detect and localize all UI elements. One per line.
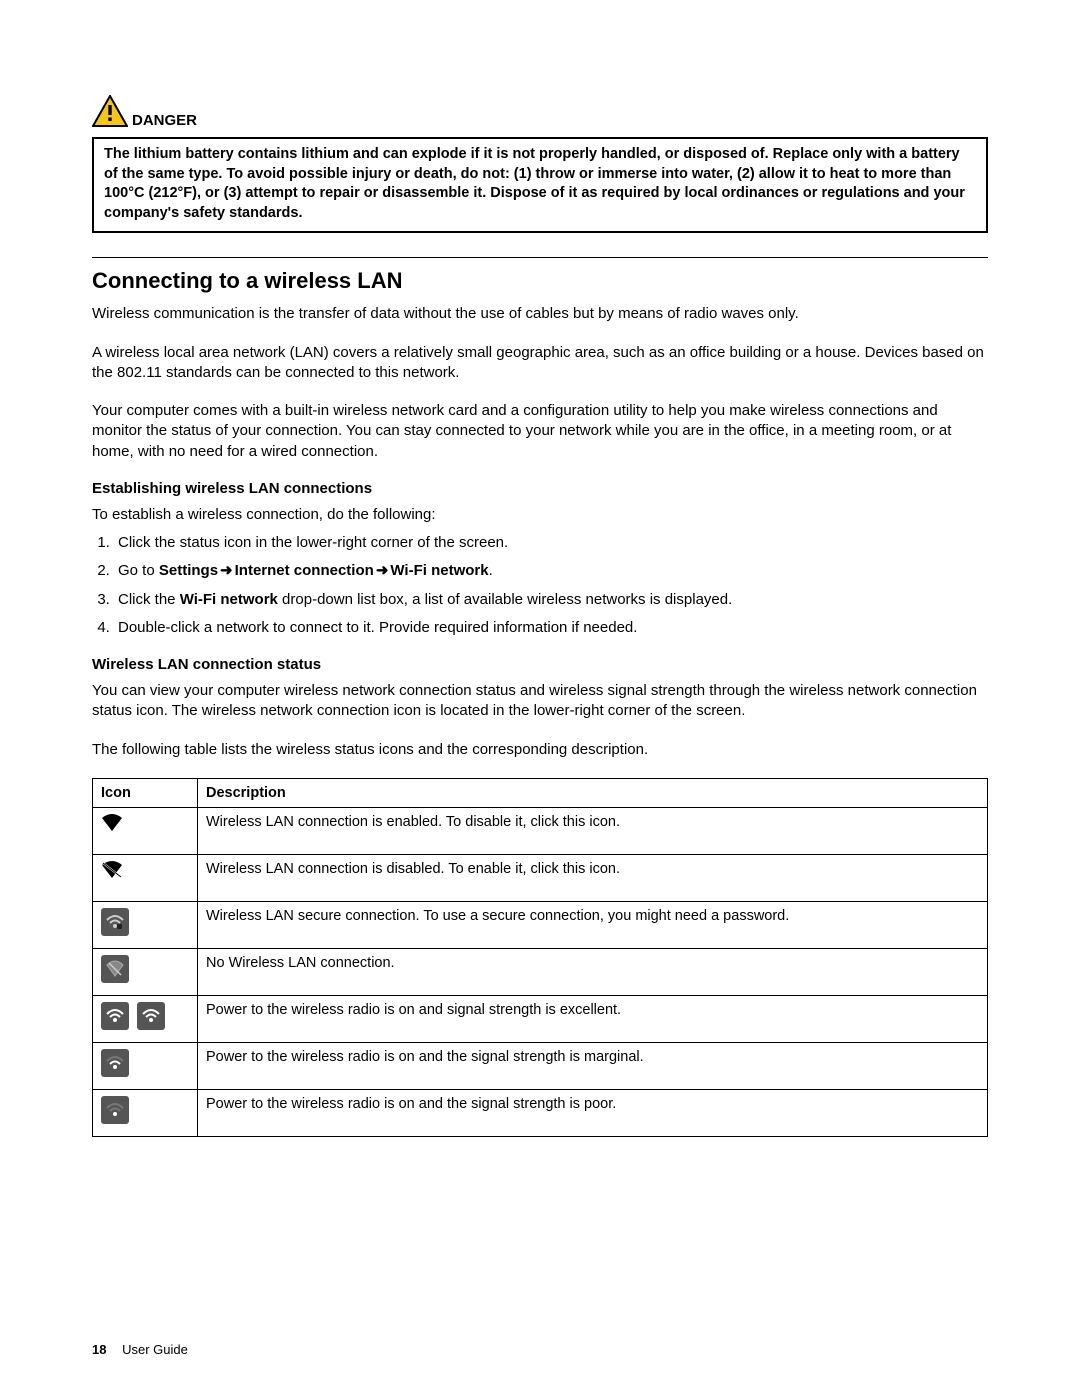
table-row: Wireless LAN connection is enabled. To d… [93,807,988,854]
danger-label: DANGER [132,112,197,131]
cell-desc: Wireless LAN connection is enabled. To d… [198,807,988,854]
arrow-icon: ➜ [374,562,391,579]
paragraph: A wireless local area network (LAN) cove… [92,343,988,384]
danger-header: DANGER [92,95,988,131]
step-2: Go to Settings➜Internet connection➜Wi-Fi… [114,561,988,581]
page: DANGER The lithium battery contains lith… [0,0,1080,1397]
cell-desc: Wireless LAN secure connection. To use a… [198,901,988,948]
th-icon: Icon [93,778,198,807]
wifi-marginal-icon [93,1042,198,1089]
wifi-enabled-icon [93,807,198,854]
paragraph: Your computer comes with a built-in wire… [92,401,988,462]
establish-heading: Establishing wireless LAN connections [92,480,988,497]
step-4: Double-click a network to connect to it.… [114,618,988,638]
step2-internet: Internet connection [235,562,374,579]
table-row: Power to the wireless radio is on and th… [93,1042,988,1089]
wifi-secure-icon [93,901,198,948]
wifi-none-icon [93,948,198,995]
step2-wifi: Wi-Fi network [390,562,488,579]
paragraph: The following table lists the wireless s… [92,740,988,760]
page-number: 18 [92,1342,106,1357]
step-3: Click the Wi-Fi network drop-down list b… [114,590,988,610]
danger-box: The lithium battery contains lithium and… [92,137,988,233]
table-row: Power to the wireless radio is on and th… [93,1089,988,1136]
th-desc: Description [198,778,988,807]
table-row: Wireless LAN secure connection. To use a… [93,901,988,948]
paragraph: You can view your computer wireless netw… [92,681,988,722]
status-heading: Wireless LAN connection status [92,656,988,673]
page-footer: 18 User Guide [92,1342,188,1357]
table-row: Wireless LAN connection is disabled. To … [93,854,988,901]
paragraph: Wireless communication is the transfer o… [92,304,988,324]
wifi-poor-icon [93,1089,198,1136]
wifi-icon-table: Icon Description Wireless LAN connection… [92,778,988,1137]
steps-list: Click the status icon in the lower-right… [114,533,988,638]
warning-icon [92,95,132,131]
step-1: Click the status icon in the lower-right… [114,533,988,553]
cell-desc: Power to the wireless radio is on and th… [198,1042,988,1089]
step2-settings: Settings [159,562,218,579]
table-row: No Wireless LAN connection. [93,948,988,995]
step3-prefix: Click the [118,591,180,608]
section-title: Connecting to a wireless LAN [92,268,988,294]
cell-desc: No Wireless LAN connection. [198,948,988,995]
step3-suffix: drop-down list box, a list of available … [278,591,732,608]
table-row: Power to the wireless radio is on and si… [93,995,988,1042]
step3-wifi: Wi-Fi network [180,591,278,608]
table-header-row: Icon Description [93,778,988,807]
step2-prefix: Go to [118,562,159,579]
cell-desc: Power to the wireless radio is on and th… [198,1089,988,1136]
establish-intro: To establish a wireless connection, do t… [92,505,988,525]
footer-title: User Guide [122,1342,188,1357]
arrow-icon: ➜ [218,562,235,579]
wifi-excellent-icon [93,995,198,1042]
cell-desc: Wireless LAN connection is disabled. To … [198,854,988,901]
section-divider [92,257,988,258]
cell-desc: Power to the wireless radio is on and si… [198,995,988,1042]
wifi-disabled-icon [93,854,198,901]
